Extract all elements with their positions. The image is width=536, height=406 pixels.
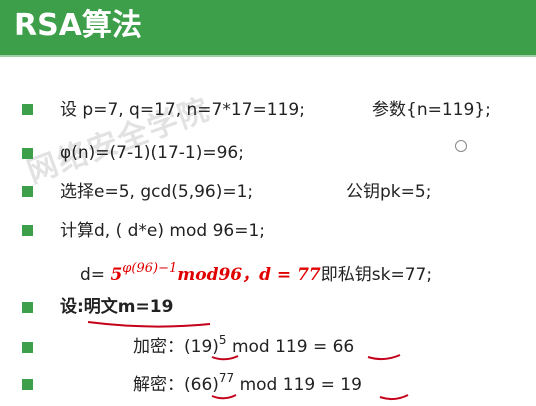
d-base: 5	[110, 265, 123, 285]
bullet-icon	[22, 186, 33, 197]
decrypted-value: 19	[340, 375, 362, 395]
header-divider	[0, 55, 536, 57]
ring-icon	[455, 140, 467, 152]
bullet-icon	[22, 342, 33, 353]
bullet-icon	[22, 379, 33, 390]
d-value: d = 77	[259, 265, 321, 285]
encrypt-label: 加密：	[133, 337, 184, 357]
underline-plaintext	[87, 321, 211, 328]
bullet-icon	[22, 225, 33, 236]
line-decrypt: 解密：(66)77 mod 119 = 19	[133, 371, 362, 396]
slide-title: RSA算法	[14, 8, 142, 43]
line-choose-e: 选择e=5, gcd(5,96)=1;	[60, 182, 254, 202]
decrypt-label: 解密：	[133, 375, 184, 395]
bullet-icon	[22, 104, 33, 115]
param-n: 参数{n=119};	[372, 100, 491, 120]
line-encrypt: 加密：(19)5 mod 119 = 66	[133, 333, 355, 358]
line-d-formula: d= 5φ(96)−1mod96，d = 77即私钥sk=77;	[80, 258, 432, 286]
line-compute-d: 计算d, ( d*e) mod 96=1;	[60, 221, 265, 241]
d-exponent: φ(96)−1	[122, 261, 178, 276]
decrypt-mod: mod 119 =	[234, 375, 341, 395]
encrypt-mod: mod 119 =	[226, 337, 333, 357]
d-mod: mod96，	[177, 265, 260, 285]
line-phi: φ(n)=(7-1)(17-1)=96;	[60, 143, 244, 163]
decrypt-base: (66)	[184, 375, 219, 395]
underline-decrypted	[379, 394, 409, 401]
private-key: 即私钥sk=77;	[320, 265, 433, 285]
encrypt-base: (19)	[184, 337, 219, 357]
ciphertext-value: 66	[332, 337, 355, 357]
public-key: 公钥pk=5;	[346, 182, 432, 202]
slide-header: RSA算法	[0, 0, 536, 55]
underline-ciphertext	[367, 354, 401, 361]
decrypt-exponent: 77	[218, 371, 235, 385]
bullet-icon	[22, 148, 33, 159]
encrypt-exponent: 5	[218, 333, 227, 347]
bullet-icon	[22, 302, 33, 313]
line-plaintext: 设:明文m=19	[60, 297, 174, 317]
d-prefix: d=	[80, 265, 111, 285]
line-params: 设 p=7, q=17, n=7*17=119;	[60, 100, 305, 120]
